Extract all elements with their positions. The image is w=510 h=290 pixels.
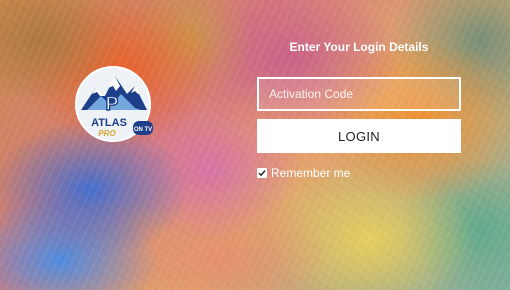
checkmark-icon — [258, 170, 266, 177]
remember-me-label: Remember me — [271, 166, 351, 180]
login-title: Enter Your Login Details — [289, 40, 429, 54]
logo-letter-mark: P — [106, 94, 119, 115]
login-button[interactable]: LOGIN — [257, 119, 461, 153]
remember-me-checkbox[interactable] — [257, 168, 267, 178]
logo-badge-text: ON TV — [134, 127, 152, 133]
app-logo: P ATLAS PRO ON TV — [75, 66, 155, 146]
logo-brand-text: ATLAS — [91, 117, 127, 129]
remember-me-row[interactable]: Remember me — [257, 165, 350, 181]
mountain-logo-icon: P ATLAS PRO ON TV — [75, 66, 153, 142]
activation-code-input[interactable] — [257, 77, 461, 111]
logo-sub-text: PRO — [98, 129, 116, 138]
